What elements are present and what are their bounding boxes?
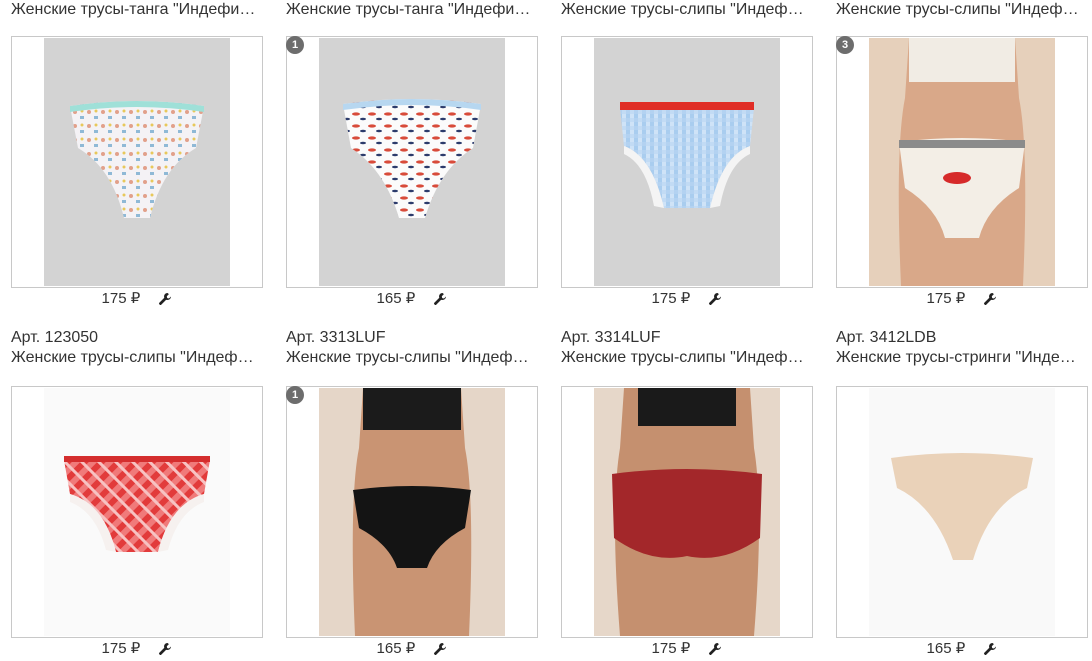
product-image[interactable] [561, 386, 813, 638]
price: 165 ₽ [376, 290, 416, 308]
product-image[interactable] [11, 36, 263, 288]
price-row: 175 ₽ [561, 639, 813, 659]
product-card: Арт. 3314LUF Женские трусы-слипы "Индефи… [561, 328, 813, 368]
product-name[interactable]: Женские трусы-стринги "Индефини" (Арт. .… [836, 348, 1081, 368]
article-number: Арт. 3412LDB [836, 329, 937, 346]
product-photo [869, 38, 1055, 286]
product-photo [594, 38, 780, 286]
product-image[interactable] [561, 36, 813, 288]
product-photo [869, 388, 1055, 636]
price-row: 175 ₽ [561, 289, 813, 309]
product-image[interactable] [11, 386, 263, 638]
price-row: 165 ₽ [286, 639, 538, 659]
product-name[interactable]: Женские трусы-слипы "Индефини" (Арт. ...… [561, 0, 806, 20]
price-row: 175 ₽ [11, 639, 263, 659]
product-name[interactable]: Женские трусы-слипы "Индефини" (Арт. ...… [11, 348, 256, 368]
price: 175 ₽ [101, 640, 141, 658]
product-card: Арт. 3313LUF Женские трусы-слипы "Индефи… [286, 328, 538, 368]
price-row: 175 ₽ [11, 289, 263, 309]
product-card: Арт. 3412LDB Женские трусы-стринги "Инде… [836, 328, 1088, 368]
wrench-icon[interactable] [983, 642, 997, 656]
tanga-print-illustration [70, 101, 204, 218]
photo-count-badge: 3 [836, 36, 854, 54]
product-name[interactable]: Женские трусы-танга "Индефини" (Арт. ...… [11, 0, 256, 20]
article-number: Арт. 3313LUF [286, 329, 386, 346]
product-photo [594, 388, 780, 636]
product-image[interactable]: 1 [286, 36, 538, 288]
string-beige-illustration [891, 453, 1033, 560]
price: 165 ₽ [926, 640, 966, 658]
price-row: 165 ₽ [836, 639, 1088, 659]
tanga-lips-illustration [343, 99, 481, 218]
slip-gingham-illustration [620, 102, 754, 208]
product-image[interactable]: 1 [286, 386, 538, 638]
price: 175 ₽ [101, 290, 141, 308]
model-photo-illustration [319, 388, 505, 636]
product-photo [44, 388, 230, 636]
photo-count-badge: 1 [286, 36, 304, 54]
wrench-icon[interactable] [158, 642, 172, 656]
price: 175 ₽ [651, 640, 691, 658]
wrench-icon[interactable] [983, 292, 997, 306]
slip-red-check-illustration [64, 456, 210, 552]
wrench-icon[interactable] [708, 292, 722, 306]
model-back-photo-illustration [594, 388, 780, 636]
product-photo [44, 38, 230, 286]
wrench-icon[interactable] [708, 642, 722, 656]
product-card: Арт. 123050 Женские трусы-слипы "Индефин… [11, 328, 263, 368]
article-number: Арт. 3314LUF [561, 329, 661, 346]
price-row: 175 ₽ [836, 289, 1088, 309]
product-photo [319, 38, 505, 286]
product-name[interactable]: Женские трусы-слипы "Индефини" (Арт. ...… [561, 348, 806, 368]
product-image[interactable] [836, 386, 1088, 638]
price: 175 ₽ [651, 290, 691, 308]
model-photo-illustration [869, 38, 1055, 286]
product-name[interactable]: Женские трусы-слипы "Индефини" (Арт. ...… [836, 0, 1081, 20]
product-name[interactable]: Женские трусы-слипы "Индефини" (Арт. ...… [286, 348, 531, 368]
wrench-icon[interactable] [433, 642, 447, 656]
article-number: Арт. 123050 [11, 329, 99, 346]
product-image[interactable]: 3 [836, 36, 1088, 288]
price: 175 ₽ [926, 290, 966, 308]
product-photo [319, 388, 505, 636]
product-name[interactable]: Женские трусы-танга "Индефини" (Арт. ...… [286, 0, 531, 20]
photo-count-badge: 1 [286, 386, 304, 404]
price: 165 ₽ [376, 640, 416, 658]
wrench-icon[interactable] [158, 292, 172, 306]
wrench-icon[interactable] [433, 292, 447, 306]
price-row: 165 ₽ [286, 289, 538, 309]
